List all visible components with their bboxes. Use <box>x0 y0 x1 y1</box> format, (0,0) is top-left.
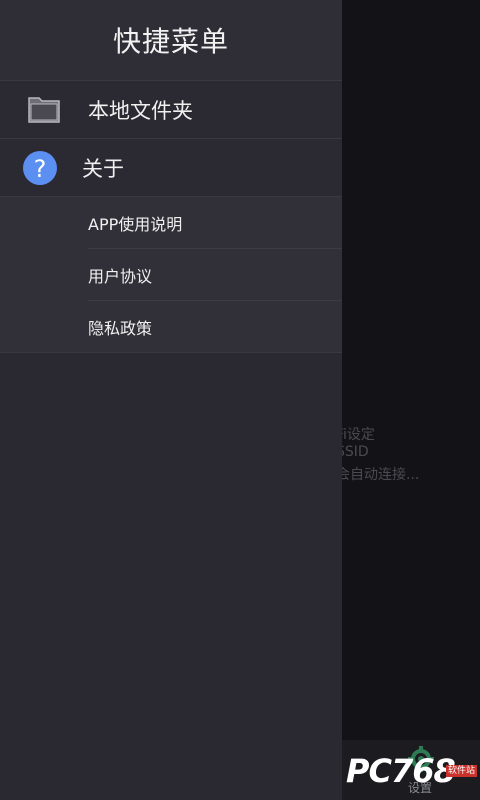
about-submenu: APP使用说明 用户协议 隐私政策 <box>0 196 342 353</box>
drawer-header: 快捷菜单 <box>0 0 342 80</box>
svg-text:?: ? <box>34 155 47 183</box>
submenu-item-app-guide[interactable]: APP使用说明 <box>88 197 342 249</box>
menu-item-label: 本地文件夹 <box>88 98 193 123</box>
menu-item-label: 关于 <box>82 156 124 181</box>
screen: Fi设定 SSID 会自动连接... 设置 PC768 软件站 快捷菜单 本地文… <box>0 0 480 800</box>
submenu-item-user-agreement[interactable]: 用户协议 <box>88 249 342 301</box>
submenu-item-label: APP使用说明 <box>88 214 183 234</box>
drawer-title: 快捷菜单 <box>112 25 229 58</box>
watermark-tag: 软件站 <box>446 765 478 777</box>
submenu-item-label: 用户协议 <box>88 266 153 286</box>
submenu-item-privacy-policy[interactable]: 隐私政策 <box>88 301 342 352</box>
watermark-logo: PC768 <box>346 752 456 790</box>
folder-icon <box>28 95 60 123</box>
menu-item-about[interactable]: ? 关于 <box>0 138 342 196</box>
question-icon: ? <box>22 150 58 186</box>
navigation-drawer: 快捷菜单 本地文件夹 ? 关于 APP使用说明 用户协议 隐私政策 <box>0 0 342 800</box>
menu-item-local-folder[interactable]: 本地文件夹 <box>0 80 342 138</box>
bg-auto-connect-text: 会自动连接... <box>336 467 420 483</box>
submenu-item-label: 隐私政策 <box>88 318 153 338</box>
